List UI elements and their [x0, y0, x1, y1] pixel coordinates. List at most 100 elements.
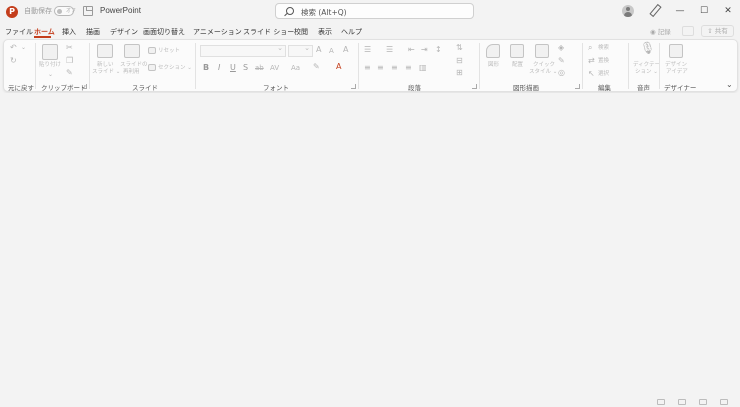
find-button[interactable]: 検索 — [598, 45, 609, 52]
pen-icon[interactable] — [649, 5, 659, 15]
select-button[interactable]: 選択 — [598, 71, 609, 78]
font-name-combo[interactable] — [200, 44, 286, 57]
document-area[interactable] — [0, 93, 740, 393]
font-grow-icon[interactable]: A — [316, 45, 321, 55]
columns-icon[interactable]: ▥ — [419, 63, 427, 73]
quick-styles-icon[interactable] — [535, 44, 549, 58]
slide-sorter-icon[interactable] — [678, 399, 686, 405]
line-spacing-icon[interactable]: ↕ — [435, 45, 442, 55]
microphone-icon[interactable]: 🎙 — [640, 42, 655, 54]
new-slide-label-2[interactable]: スライド ⌄ — [92, 69, 120, 76]
search-input[interactable]: 検索 (Alt+Q) — [275, 3, 474, 19]
save-icon[interactable] — [83, 6, 93, 16]
strikethrough-button[interactable]: ab — [255, 63, 264, 73]
change-case-button[interactable]: Aa — [291, 63, 300, 73]
account-avatar-icon[interactable] — [622, 5, 634, 17]
cut-icon[interactable]: ✂ — [66, 43, 73, 53]
paste-icon[interactable] — [42, 44, 58, 60]
minimize-button[interactable]: — — [673, 4, 687, 18]
find-icon[interactable]: ⌕ — [588, 43, 592, 53]
align-left-icon[interactable]: ≡ — [364, 63, 371, 73]
tab-animations[interactable]: アニメーション — [193, 27, 242, 37]
powerpoint-logo-icon: P — [6, 6, 18, 18]
tab-insert[interactable]: 挿入 — [62, 27, 76, 37]
drawing-launcher-icon[interactable] — [575, 84, 580, 89]
section-button[interactable]: セクション ⌄ — [158, 65, 192, 72]
undo-icon[interactable]: ↶ — [10, 43, 17, 53]
slideshow-view-icon[interactable] — [720, 399, 728, 405]
bold-button[interactable]: B — [203, 63, 209, 73]
ribbon-collapse-icon[interactable]: ⌄ — [726, 80, 733, 89]
arrange-icon[interactable] — [510, 44, 524, 58]
paragraph-launcher-icon[interactable] — [472, 84, 477, 89]
new-slide-label-1: 新しい — [97, 62, 114, 68]
tab-transitions[interactable]: 画面切り替え — [143, 27, 185, 37]
format-painter-icon[interactable]: ✎ — [66, 68, 73, 78]
justify-icon[interactable]: ≡ — [405, 63, 412, 73]
arrange-label[interactable]: 配置 — [512, 62, 523, 69]
undo-group-label: 元に戻す — [8, 84, 34, 92]
group-separator — [628, 43, 629, 89]
increase-indent-icon[interactable]: ⇥ — [421, 45, 428, 55]
text-shadow-button[interactable]: S — [243, 63, 248, 73]
italic-button[interactable]: I — [218, 63, 220, 73]
autosave-state: オフ — [66, 8, 77, 14]
reading-view-icon[interactable] — [699, 399, 707, 405]
title-bar: P 自動保存 オフ PowerPoint 検索 (Alt+Q) — ☐ ✕ — [0, 0, 740, 24]
quick-styles-label-2[interactable]: スタイル ⌄ — [529, 69, 557, 76]
dictate-label-2[interactable]: ション ⌄ — [635, 69, 658, 76]
numbering-icon[interactable]: ☰ — [386, 45, 393, 55]
tab-design[interactable]: デザイン — [110, 27, 138, 37]
copy-icon[interactable]: ❐ — [66, 56, 73, 66]
font-shrink-icon[interactable]: A — [329, 46, 334, 56]
underline-button[interactable]: U — [230, 63, 236, 73]
reuse-slides-icon[interactable] — [124, 44, 140, 58]
shape-effects-icon[interactable]: ◎ — [558, 68, 565, 78]
normal-view-icon[interactable] — [657, 399, 665, 405]
undo-dropdown-icon[interactable]: ⌄ — [21, 43, 26, 53]
clear-formatting-icon[interactable]: A — [343, 45, 348, 55]
clipboard-launcher-icon[interactable] — [82, 84, 87, 89]
redo-icon[interactable]: ↻ — [10, 56, 17, 66]
font-launcher-icon[interactable] — [351, 84, 356, 89]
highlight-icon[interactable]: ✎ — [313, 62, 320, 72]
tab-slideshow[interactable]: スライド ショー — [243, 27, 294, 37]
reset-button[interactable]: リセット — [158, 48, 180, 55]
text-direction-icon[interactable]: ⇅ — [456, 43, 463, 53]
reset-icon[interactable] — [148, 47, 156, 54]
paste-label: 貼り付け — [39, 62, 62, 68]
new-slide-icon[interactable] — [97, 44, 113, 58]
font-color-icon[interactable]: A — [336, 62, 341, 72]
share-button[interactable]: ⇪ 共有 — [701, 25, 734, 37]
close-button[interactable]: ✕ — [721, 4, 735, 18]
bullets-icon[interactable]: ☰ — [364, 45, 371, 55]
paste-dropdown-icon[interactable]: ⌄ — [48, 70, 53, 80]
tab-draw[interactable]: 描画 — [86, 27, 100, 37]
section-icon[interactable] — [148, 64, 156, 71]
designer-icon[interactable] — [669, 44, 683, 58]
shapes-label[interactable]: 図形 — [488, 62, 499, 69]
group-separator — [582, 43, 583, 89]
shape-outline-icon[interactable]: ✎ — [558, 56, 565, 66]
align-text-icon[interactable]: ⊟ — [456, 56, 463, 66]
ribbon-tabs: ファイル ホーム 挿入 描画 デザイン 画面切り替え アニメーション スライド … — [0, 25, 740, 39]
shape-fill-icon[interactable]: ◈ — [558, 43, 564, 53]
decrease-indent-icon[interactable]: ⇤ — [408, 45, 415, 55]
align-center-icon[interactable]: ≡ — [377, 63, 384, 73]
character-spacing-button[interactable]: AV — [270, 63, 279, 73]
maximize-button[interactable]: ☐ — [697, 4, 711, 18]
tab-review[interactable]: 校閲 — [294, 27, 308, 37]
smartart-icon[interactable]: ⊞ — [456, 68, 463, 78]
record-button[interactable]: ◉ 記録 — [650, 26, 671, 36]
select-icon[interactable]: ↖ — [588, 69, 595, 79]
quick-styles-label-1: クイック — [533, 62, 556, 68]
font-size-combo[interactable] — [288, 44, 313, 57]
align-right-icon[interactable]: ≡ — [391, 63, 398, 73]
tab-help[interactable]: ヘルプ — [341, 27, 362, 37]
replace-button[interactable]: 置換 — [598, 58, 609, 65]
replace-icon[interactable]: ⇄ — [588, 56, 595, 66]
tab-view[interactable]: 表示 — [318, 27, 332, 37]
shapes-icon[interactable] — [486, 44, 500, 58]
comment-icon[interactable] — [682, 26, 694, 36]
tab-file[interactable]: ファイル — [5, 27, 33, 37]
